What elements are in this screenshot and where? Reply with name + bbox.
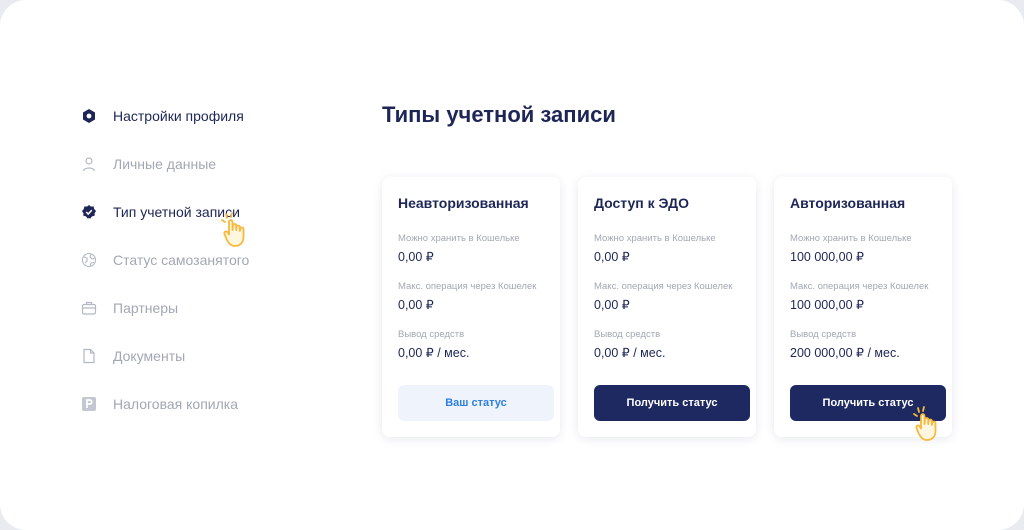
field-label: Вывод средств [594,329,661,340]
card-title: Авторизованная [790,195,906,211]
field-value: 0,00 ₽ [398,250,434,264]
sidebar-item-account-type[interactable]: Тип учетной записи [80,200,320,224]
sidebar-item-label: Налоговая копилка [113,396,238,412]
field-value: 0,00 ₽ / мес. [594,346,666,360]
document-icon [80,347,98,365]
sidebar-item-partners[interactable]: Партнеры [80,296,320,320]
sidebar-item-label: Настройки профиля [113,108,244,124]
sidebar-item-personal-data[interactable]: Личные данные [80,152,320,176]
field-value: 0,00 ₽ [594,250,630,264]
field-value: 200 000,00 ₽ / мес. [790,346,900,360]
account-type-card-edo-access: Доступ к ЭДО Можно хранить в Кошельке 0,… [578,177,756,437]
hand-pointer-cursor-icon [910,404,946,449]
sidebar: Настройки профиля Личные данные Тип учет… [80,104,320,440]
get-status-button[interactable]: Получить статус [594,385,750,421]
field-value: 0,00 ₽ / мес. [398,346,470,360]
app-window: Настройки профиля Личные данные Тип учет… [0,0,1024,530]
hand-pointer-cursor-icon [218,210,254,255]
card-title: Доступ к ЭДО [594,195,690,211]
field-value: 0,00 ₽ [398,298,434,312]
sidebar-item-self-employed-status[interactable]: Статус самозанятого [80,248,320,272]
field-label: Вывод средств [790,329,857,340]
field-label: Можно хранить в Кошельке [398,233,520,244]
field-label: Макс. операция через Кошелек [398,281,537,292]
sidebar-item-label: Документы [113,348,186,364]
hexagon-settings-icon [80,107,98,125]
user-icon [80,155,98,173]
field-value: 0,00 ₽ [594,298,630,312]
field-label: Макс. операция через Кошелек [790,281,929,292]
account-type-card-authorized: Авторизованная Можно хранить в Кошельке … [774,177,952,437]
sidebar-item-label: Личные данные [113,156,217,172]
page-title: Типы учетной записи [382,102,616,127]
field-label: Вывод средств [398,329,465,340]
field-value: 100 000,00 ₽ [790,250,864,264]
field-label: Можно хранить в Кошельке [790,233,912,244]
verified-badge-icon [80,203,98,221]
sidebar-item-profile-settings[interactable]: Настройки профиля [80,104,320,128]
field-value: 100 000,00 ₽ [790,298,864,312]
sidebar-item-label: Партнеры [113,300,179,316]
globe-icon [80,251,98,269]
card-title: Неавторизованная [398,195,529,211]
your-status-button[interactable]: Ваш статус [398,385,554,421]
field-label: Можно хранить в Кошельке [594,233,716,244]
field-label: Макс. операция через Кошелек [594,281,733,292]
parking-p-icon [80,395,98,413]
sidebar-item-documents[interactable]: Документы [80,344,320,368]
briefcase-icon [80,299,98,317]
sidebar-item-tax-piggybank[interactable]: Налоговая копилка [80,392,320,416]
account-type-card-unauthorized: Неавторизованная Можно хранить в Кошельк… [382,177,560,437]
